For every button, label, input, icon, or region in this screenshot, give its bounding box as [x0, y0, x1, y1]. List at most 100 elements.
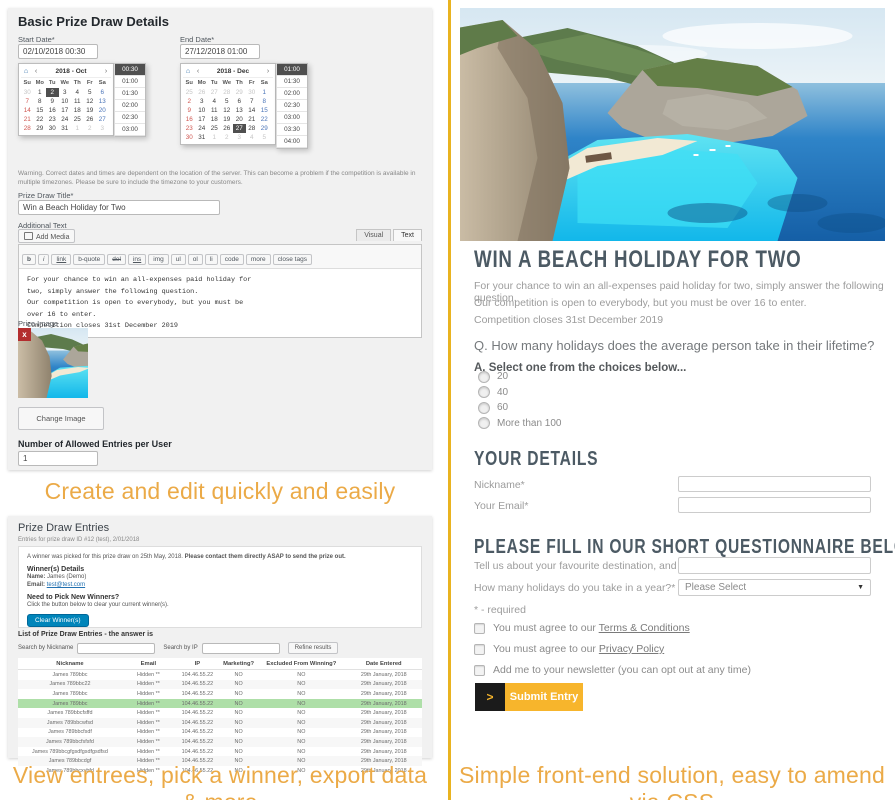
- agreement-row[interactable]: Add me to your newsletter (you can opt o…: [474, 664, 751, 676]
- answer-option[interactable]: More than 100: [478, 417, 562, 429]
- calendar-date[interactable]: 1: [71, 124, 84, 133]
- time-slot[interactable]: 02:30: [115, 112, 145, 124]
- favourite-destination-input[interactable]: [678, 557, 871, 574]
- calendar-date[interactable]: 29: [34, 124, 47, 133]
- calendar-home-icon[interactable]: ⌂: [183, 68, 193, 75]
- calendar-date[interactable]: 31: [59, 124, 72, 133]
- email-input[interactable]: [678, 497, 871, 513]
- editor-button-ul[interactable]: ul: [170, 254, 186, 265]
- editor-button-i[interactable]: i: [37, 254, 50, 265]
- calendar-date[interactable]: 27: [233, 124, 246, 133]
- calendar-date[interactable]: 5: [84, 88, 97, 97]
- calendar-date[interactable]: 19: [221, 115, 234, 124]
- calendar-date[interactable]: 8: [258, 97, 271, 106]
- checkbox-icon[interactable]: [474, 643, 485, 655]
- refine-results-button[interactable]: Refine results: [287, 642, 339, 654]
- calendar-date[interactable]: 4: [71, 88, 84, 97]
- calendar-date[interactable]: 4: [246, 133, 259, 142]
- agreement-link[interactable]: Terms & Conditions: [599, 622, 690, 634]
- calendar-date[interactable]: 28: [246, 124, 259, 133]
- calendar-date[interactable]: 13: [96, 97, 109, 106]
- calendar-date[interactable]: 18: [71, 106, 84, 115]
- calendar-prev-icon[interactable]: ‹: [193, 68, 203, 75]
- calendar-date[interactable]: 17: [59, 106, 72, 115]
- end-date-input[interactable]: [180, 44, 260, 59]
- radio-icon[interactable]: [478, 386, 490, 398]
- answer-option[interactable]: 60: [478, 401, 562, 414]
- agreement-link[interactable]: Privacy Policy: [599, 643, 664, 655]
- holidays-per-year-select[interactable]: Please Select ▼: [678, 579, 871, 596]
- calendar-date[interactable]: 1: [34, 88, 47, 97]
- calendar-next-icon[interactable]: ›: [263, 68, 273, 75]
- calendar-date[interactable]: 8: [34, 97, 47, 106]
- calendar-date[interactable]: 15: [258, 106, 271, 115]
- calendar-date[interactable]: 11: [208, 106, 221, 115]
- calendar-date[interactable]: 2: [46, 88, 59, 97]
- calendar-date[interactable]: 26: [196, 88, 209, 97]
- calendar-date[interactable]: 3: [233, 133, 246, 142]
- calendar-date[interactable]: 2: [84, 124, 97, 133]
- calendar-date[interactable]: 7: [246, 97, 259, 106]
- calendar-date[interactable]: 17: [196, 115, 209, 124]
- calendar-date[interactable]: 6: [96, 88, 109, 97]
- calendar-date[interactable]: 31: [196, 133, 209, 142]
- calendar-date[interactable]: 15: [34, 106, 47, 115]
- time-slot[interactable]: 03:30: [277, 124, 307, 136]
- calendar-date[interactable]: 5: [221, 97, 234, 106]
- calendar-date[interactable]: 13: [233, 106, 246, 115]
- calendar-date[interactable]: 22: [34, 115, 47, 124]
- calendar-date[interactable]: 7: [21, 97, 34, 106]
- answer-option[interactable]: 20: [478, 370, 562, 383]
- calendar-date[interactable]: 2: [221, 133, 234, 142]
- calendar-date[interactable]: 1: [258, 88, 271, 97]
- calendar-date[interactable]: 26: [84, 115, 97, 124]
- calendar-date[interactable]: 6: [233, 97, 246, 106]
- time-slot[interactable]: 04:00: [277, 136, 307, 148]
- calendar-date[interactable]: 30: [183, 133, 196, 142]
- time-slot[interactable]: 01:00: [115, 76, 145, 88]
- search-nickname-input[interactable]: [77, 642, 156, 654]
- answer-option[interactable]: 40: [478, 386, 562, 398]
- entries-per-user-input[interactable]: [18, 451, 98, 466]
- calendar-date[interactable]: 12: [84, 97, 97, 106]
- time-slot[interactable]: 02:00: [277, 88, 307, 100]
- tab-visual[interactable]: Visual: [356, 229, 392, 241]
- calendar-date[interactable]: 3: [59, 88, 72, 97]
- time-slot[interactable]: 03:00: [277, 112, 307, 124]
- prize-title-input[interactable]: [18, 200, 220, 215]
- time-slot[interactable]: 01:30: [277, 76, 307, 88]
- time-slot[interactable]: 03:00: [115, 124, 145, 136]
- radio-icon[interactable]: [478, 401, 490, 414]
- submit-entry-button[interactable]: > Submit Entry: [475, 683, 583, 711]
- tab-text[interactable]: Text: [393, 229, 422, 241]
- calendar-date[interactable]: 3: [196, 97, 209, 106]
- editor-button-b-quote[interactable]: b-quote: [73, 254, 106, 265]
- calendar-date[interactable]: 10: [196, 106, 209, 115]
- calendar-date[interactable]: 16: [46, 106, 59, 115]
- start-date-input[interactable]: [18, 44, 98, 59]
- calendar-date[interactable]: 16: [183, 115, 196, 124]
- remove-image-button[interactable]: x: [18, 328, 31, 341]
- calendar-date[interactable]: 20: [233, 115, 246, 124]
- editor-button-close-tags[interactable]: close tags: [272, 254, 312, 265]
- calendar-date[interactable]: 23: [46, 115, 59, 124]
- calendar-date[interactable]: 9: [183, 106, 196, 115]
- checkbox-icon[interactable]: [474, 664, 485, 676]
- editor-button-li[interactable]: li: [204, 254, 218, 265]
- calendar-date[interactable]: 21: [246, 115, 259, 124]
- calendar-date[interactable]: 9: [46, 97, 59, 106]
- editor-button-ol[interactable]: ol: [187, 254, 203, 265]
- time-slot[interactable]: 00:30: [115, 64, 145, 76]
- calendar-date[interactable]: 25: [208, 124, 221, 133]
- calendar-date[interactable]: 27: [96, 115, 109, 124]
- calendar-date[interactable]: 25: [183, 88, 196, 97]
- calendar-home-icon[interactable]: ⌂: [21, 68, 31, 75]
- calendar-date[interactable]: 19: [84, 106, 97, 115]
- time-slot[interactable]: 01:30: [115, 88, 145, 100]
- editor-button-code[interactable]: code: [219, 254, 244, 265]
- calendar-date[interactable]: 11: [71, 97, 84, 106]
- calendar-date[interactable]: 21: [21, 115, 34, 124]
- calendar-date[interactable]: 20: [96, 106, 109, 115]
- calendar-date[interactable]: 14: [246, 106, 259, 115]
- calendar-date[interactable]: 28: [221, 88, 234, 97]
